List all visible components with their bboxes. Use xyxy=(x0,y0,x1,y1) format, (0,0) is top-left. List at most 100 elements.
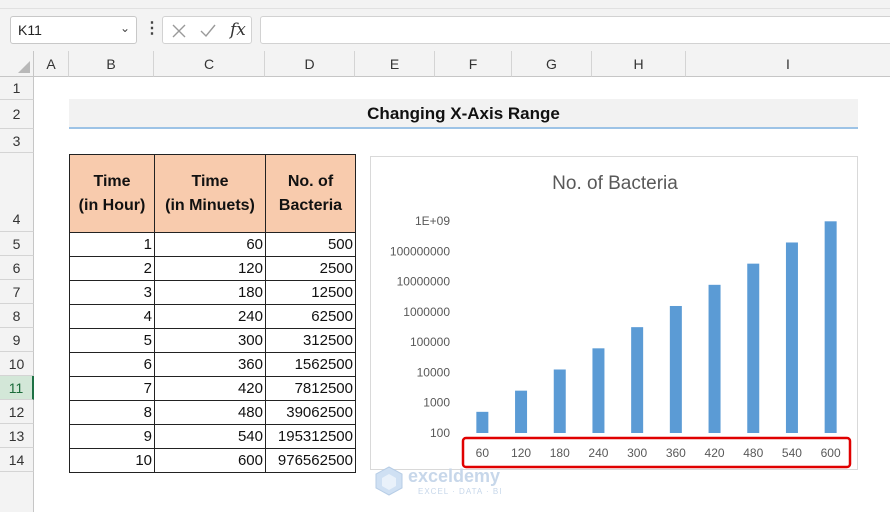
row-header-2[interactable]: 2 xyxy=(0,100,34,129)
row-header-4[interactable]: 4 xyxy=(0,153,34,232)
table-cell[interactable]: 120 xyxy=(154,256,266,281)
table-cell[interactable]: 39062500 xyxy=(265,400,356,425)
header-time-hour[interactable]: Time (in Hour) xyxy=(69,154,155,233)
header-time-hour-line2: (in Hour) xyxy=(78,196,146,214)
y-tick-label: 10000000 xyxy=(397,275,451,289)
table-cell[interactable]: 60 xyxy=(154,232,266,257)
chart-bar[interactable] xyxy=(669,305,682,433)
cancel-icon[interactable] xyxy=(171,23,187,39)
chart-bar[interactable] xyxy=(824,221,837,433)
table-cell[interactable]: 12500 xyxy=(265,280,356,305)
y-tick-label: 100000000 xyxy=(390,244,450,258)
table-cell[interactable]: 240 xyxy=(154,304,266,329)
column-header-f[interactable]: F xyxy=(435,51,512,77)
table-cell[interactable]: 1562500 xyxy=(265,352,356,377)
table-row: 8 480 39062500 xyxy=(69,400,356,425)
table-cell[interactable]: 2500 xyxy=(265,256,356,281)
column-header-i[interactable]: I xyxy=(686,51,890,77)
y-tick-label: 100 xyxy=(430,426,450,440)
table-cell[interactable]: 10 xyxy=(69,448,155,473)
table-cell[interactable]: 360 xyxy=(154,352,266,377)
column-header-a[interactable]: A xyxy=(34,51,69,77)
chart-bar[interactable] xyxy=(785,242,798,433)
table-cell[interactable]: 312500 xyxy=(265,328,356,353)
row-header-10[interactable]: 10 xyxy=(0,352,34,376)
table-cell[interactable]: 540 xyxy=(154,424,266,449)
header-time-minutes[interactable]: Time (in Minuets) xyxy=(154,154,266,233)
row-header-6[interactable]: 6 xyxy=(0,256,34,280)
chart-bar[interactable] xyxy=(476,411,489,433)
table-cell[interactable]: 4 xyxy=(69,304,155,329)
table-cell[interactable]: 2 xyxy=(69,256,155,281)
table-cell[interactable]: 500 xyxy=(265,232,356,257)
enter-check-icon[interactable] xyxy=(199,23,217,39)
table-cell[interactable]: 420 xyxy=(154,376,266,401)
chevron-down-icon[interactable]: ⌄ xyxy=(120,21,130,35)
exceldemy-logo-icon xyxy=(375,466,403,496)
chart-bar[interactable] xyxy=(553,369,566,433)
table-cell[interactable]: 3 xyxy=(69,280,155,305)
formula-bar: K11 ⌄ ⋮ fx xyxy=(0,9,890,51)
sheet-title[interactable]: Changing X-Axis Range xyxy=(69,99,858,129)
chart-bar[interactable] xyxy=(592,348,605,433)
table-cell[interactable]: 62500 xyxy=(265,304,356,329)
header-time-hour-line1: Time xyxy=(93,172,131,190)
table-row: 3 180 12500 xyxy=(69,280,356,305)
chart-bar[interactable] xyxy=(747,263,760,433)
chart-plot: 100 1000 10000 100000 1000000 10000000 1000000… xyxy=(390,214,852,469)
row-header-12[interactable]: 12 xyxy=(0,400,34,424)
x-tick-label: 120 xyxy=(511,446,531,460)
table-cell[interactable]: 300 xyxy=(154,328,266,353)
column-header-c[interactable]: C xyxy=(154,51,265,77)
row-header-7[interactable]: 7 xyxy=(0,280,34,304)
more-options-icon[interactable]: ⋮ xyxy=(144,20,160,40)
row-header-13[interactable]: 13 xyxy=(0,424,34,448)
x-tick-label: 360 xyxy=(666,446,686,460)
header-bacteria-line1: No. of xyxy=(287,172,334,190)
table-cell[interactable]: 6 xyxy=(69,352,155,377)
table-cell[interactable]: 8 xyxy=(69,400,155,425)
table-cell[interactable]: 7812500 xyxy=(265,376,356,401)
insert-function-icon[interactable]: fx xyxy=(230,20,246,40)
row-header-5[interactable]: 5 xyxy=(0,232,34,256)
row-header-14[interactable]: 14 xyxy=(0,448,34,472)
select-all-button[interactable] xyxy=(0,51,34,77)
row-header-3[interactable]: 3 xyxy=(0,129,34,153)
column-header-e[interactable]: E xyxy=(355,51,435,77)
table-cell[interactable]: 1 xyxy=(69,232,155,257)
x-tick-label: 60 xyxy=(476,446,490,460)
exceldemy-logo: exceldemy EXCEL · DATA · BI xyxy=(372,464,532,498)
spreadsheet-grid: A B C D E F G H I 1 2 3 4 5 6 7 8 9 10 1… xyxy=(0,51,890,512)
column-header-b[interactable]: B xyxy=(69,51,154,77)
table-cell[interactable]: 5 xyxy=(69,328,155,353)
chart-bar[interactable] xyxy=(708,284,721,433)
table-cell[interactable]: 180 xyxy=(154,280,266,305)
exceldemy-logo-tagline: EXCEL · DATA · BI xyxy=(418,487,503,496)
table-row: 2 120 2500 xyxy=(69,256,356,281)
y-tick-label: 1000 xyxy=(423,396,450,410)
column-header-g[interactable]: G xyxy=(512,51,592,77)
table-cell[interactable]: 195312500 xyxy=(265,424,356,449)
name-box[interactable]: K11 ⌄ xyxy=(10,16,137,44)
header-bacteria[interactable]: No. of Bacteria xyxy=(265,154,356,233)
table-cell[interactable]: 480 xyxy=(154,400,266,425)
y-tick-label: 10000 xyxy=(417,365,451,379)
header-bacteria-line2: Bacteria xyxy=(278,196,343,214)
chart-bar[interactable] xyxy=(515,390,528,433)
row-header-8[interactable]: 8 xyxy=(0,304,34,328)
column-header-d[interactable]: D xyxy=(265,51,355,77)
table-cell[interactable]: 600 xyxy=(154,448,266,473)
y-tick-label: 1E+09 xyxy=(415,214,450,228)
table-cell[interactable]: 9 xyxy=(69,424,155,449)
row-header-11[interactable]: 11 xyxy=(0,376,34,400)
column-header-h[interactable]: H xyxy=(592,51,686,77)
row-header-9[interactable]: 9 xyxy=(0,328,34,352)
header-time-minutes-line1: Time xyxy=(191,172,229,190)
formula-input[interactable] xyxy=(260,16,890,44)
table-row: 4 240 62500 xyxy=(69,304,356,329)
bacteria-chart[interactable]: No. of Bacteria 100 1000 10000 100000 100000… xyxy=(370,156,858,470)
table-cell[interactable]: 7 xyxy=(69,376,155,401)
table-cell[interactable]: 976562500 xyxy=(265,448,356,473)
row-header-1[interactable]: 1 xyxy=(0,77,34,100)
chart-bar[interactable] xyxy=(631,327,644,433)
